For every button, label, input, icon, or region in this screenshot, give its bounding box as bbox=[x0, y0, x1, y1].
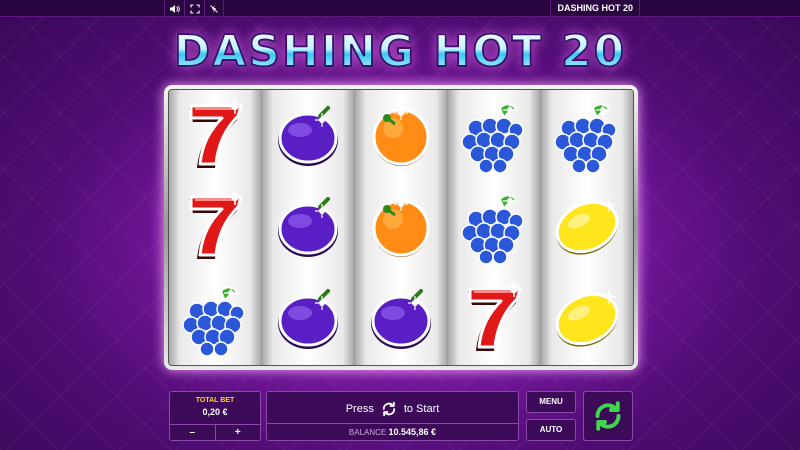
top-bar-icons bbox=[164, 0, 224, 17]
reel-1 bbox=[169, 90, 262, 365]
decrease-bet-button[interactable]: – bbox=[170, 425, 216, 440]
seven-symbol bbox=[454, 279, 534, 359]
orange-symbol bbox=[361, 187, 441, 267]
fullscreen-icon[interactable] bbox=[184, 0, 204, 17]
balance-display: BALANCE 10.545,86 € bbox=[267, 423, 518, 440]
top-bar: DASHING HOT 20 bbox=[0, 0, 800, 17]
spin-arrows-icon bbox=[382, 401, 395, 417]
orange-symbol bbox=[361, 96, 441, 176]
total-bet-label: TOTAL BET bbox=[195, 397, 235, 404]
turbo-icon[interactable] bbox=[204, 0, 224, 17]
reels-frame bbox=[164, 85, 638, 370]
speaker-icon[interactable] bbox=[164, 0, 184, 17]
grapes-symbol bbox=[454, 96, 534, 176]
auto-button[interactable]: AUTO bbox=[526, 419, 576, 441]
plum-symbol bbox=[268, 279, 348, 359]
increase-bet-button[interactable]: + bbox=[216, 425, 261, 440]
spin-icon bbox=[595, 401, 621, 431]
bet-controls: – + bbox=[170, 424, 260, 440]
reel-2 bbox=[262, 90, 355, 365]
lemon-symbol bbox=[547, 187, 627, 267]
plum-symbol bbox=[361, 279, 441, 359]
spin-button[interactable] bbox=[583, 391, 633, 441]
reels-grid bbox=[168, 89, 634, 366]
reel-4 bbox=[448, 90, 541, 365]
balance-label: BALANCE bbox=[348, 428, 387, 437]
lemon-symbol bbox=[547, 279, 627, 359]
grapes-symbol bbox=[175, 279, 255, 359]
plum-symbol bbox=[268, 96, 348, 176]
game-name-label: DASHING HOT 20 bbox=[550, 0, 640, 17]
total-bet-panel: TOTAL BET 0,20 € – + bbox=[169, 391, 261, 441]
total-bet-value: 0,20 € bbox=[202, 407, 228, 417]
seven-symbol bbox=[175, 96, 255, 176]
reel-5 bbox=[541, 90, 633, 365]
to-start-text: to Start bbox=[403, 403, 440, 415]
press-text: Press bbox=[345, 403, 374, 415]
balance-value: 10.545,86 € bbox=[388, 427, 437, 437]
press-to-start-message: Press to Start bbox=[267, 400, 518, 418]
game-title: DASHING HOT 20 bbox=[0, 25, 800, 78]
status-panel: Press to Start BALANCE 10.545,86 € bbox=[266, 391, 519, 441]
grapes-symbol bbox=[547, 96, 627, 176]
reel-3 bbox=[355, 90, 448, 365]
plum-symbol bbox=[268, 187, 348, 267]
grapes-symbol bbox=[454, 187, 534, 267]
seven-symbol bbox=[175, 187, 255, 267]
menu-button[interactable]: MENU bbox=[526, 391, 576, 413]
